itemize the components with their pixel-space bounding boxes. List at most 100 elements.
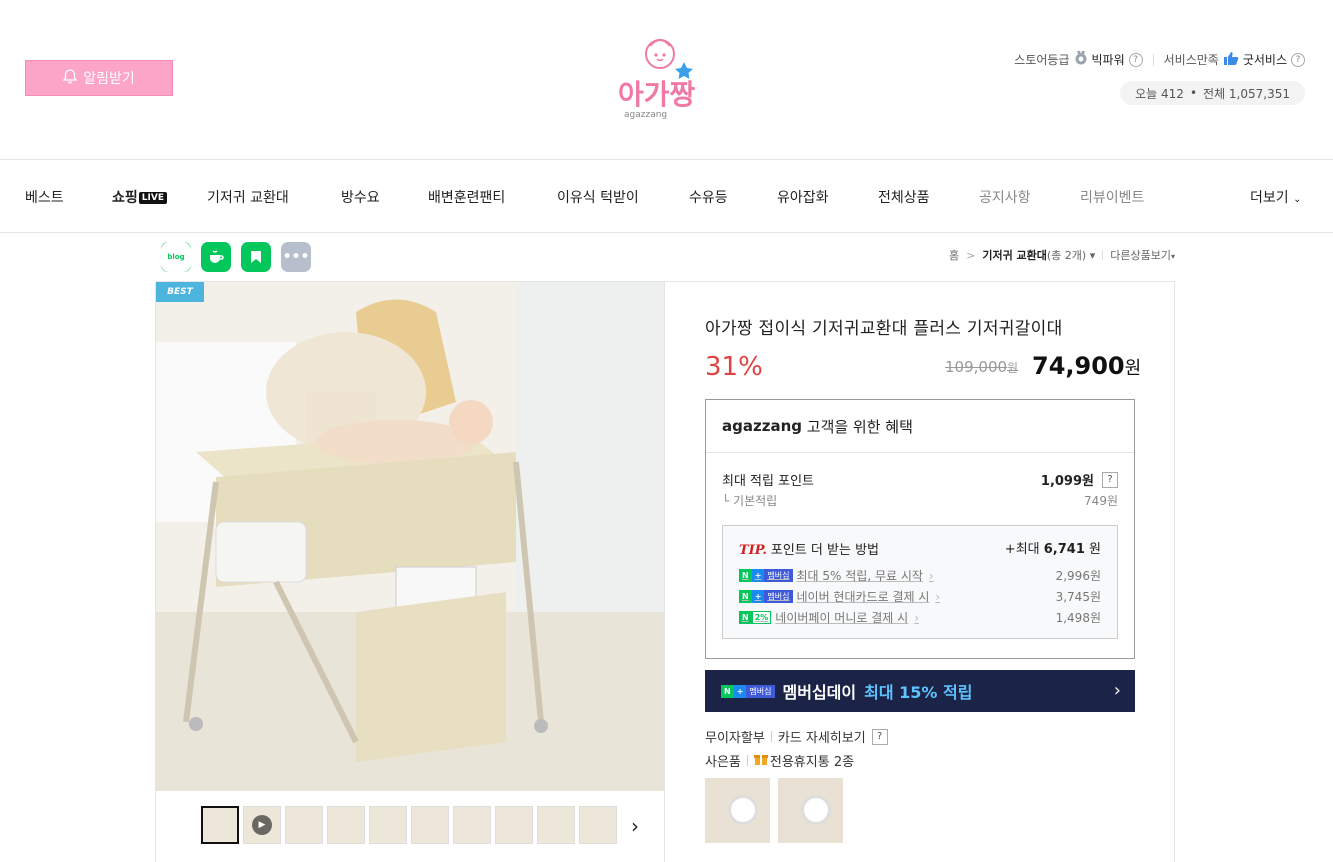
nav-item-nursing-light[interactable]: 수유등 bbox=[689, 187, 728, 207]
dot-separator: • bbox=[1189, 86, 1198, 100]
nav-item-waterproof-pad[interactable]: 방수요 bbox=[341, 187, 380, 207]
gift-image[interactable] bbox=[705, 778, 770, 843]
thumbnail[interactable] bbox=[411, 806, 449, 844]
card-help-icon[interactable]: ? bbox=[871, 728, 888, 745]
bookmark-icon bbox=[241, 242, 271, 272]
gift-icon bbox=[753, 752, 768, 770]
tip-row: N+멤버십 최대 5% 적립, 무료 시작 2,996원 bbox=[739, 567, 1101, 584]
banner-highlight: 최대 15% 적립 bbox=[864, 683, 973, 702]
nav-item-baby-goods[interactable]: 유아잡화 bbox=[777, 187, 829, 207]
more-share-button[interactable]: ••• bbox=[281, 242, 311, 272]
blog-share-button[interactable]: blog bbox=[161, 242, 191, 272]
base-point-label-wrap: └ 기본적립 bbox=[722, 494, 778, 508]
gift-info: 사은품 전용휴지통 2종 bbox=[705, 751, 854, 770]
nav-item-shopping-live[interactable]: 쇼핑 LIVE bbox=[112, 187, 167, 207]
original-price-value: 109,000 bbox=[945, 358, 1008, 376]
naverpay-money-link[interactable]: N 2% 네이버페이 머니로 결제 시 bbox=[739, 609, 919, 626]
benefit-heading-text: 고객을 위한 혜택 bbox=[806, 417, 913, 436]
store-logo[interactable]: 아가짱 agazzang bbox=[612, 28, 716, 124]
visitor-count: 오늘 412 • 전체 1,057,351 bbox=[1120, 81, 1305, 105]
nav-item-bib[interactable]: 이유식 턱받이 bbox=[557, 187, 639, 207]
point-help-icon[interactable]: ? bbox=[1102, 471, 1118, 488]
max-point-row: 최대 적립 포인트 1,099원? bbox=[722, 470, 1118, 489]
product-gallery: BEST ▶ › bbox=[155, 281, 665, 862]
cafe-share-button[interactable] bbox=[201, 242, 231, 272]
card-detail-link[interactable]: 카드 자세히보기 bbox=[778, 727, 866, 746]
share-buttons: blog ••• bbox=[161, 242, 311, 272]
naverpay-percent-badge: N 2% bbox=[739, 611, 772, 624]
thumbnail[interactable] bbox=[201, 806, 239, 844]
other-products-link[interactable]: 다른상품보기▾ bbox=[1110, 247, 1175, 263]
nav-item-all-products[interactable]: 전체상품 bbox=[878, 187, 930, 207]
membership-start-link[interactable]: N + 멤버십 최대 5% 적립, 무료 시작 bbox=[739, 567, 934, 584]
category-nav: 베스트 쇼핑 LIVE 기저귀 교환대 방수요 배변훈련팬티 이유식 턱받이 수유… bbox=[0, 160, 1333, 233]
gift-label: 사은품 bbox=[705, 755, 741, 770]
tip-row: N2% 네이버페이 머니로 결제 시 1,498원 bbox=[739, 609, 1101, 626]
benefit-heading: agazzang 고객을 위한 혜택 bbox=[706, 400, 1134, 453]
gift-images bbox=[705, 778, 843, 843]
service-value: 굿서비스 bbox=[1242, 53, 1287, 67]
banner-text: 멤버십데이 bbox=[782, 683, 857, 702]
store-grade-value: 빅파워 bbox=[1091, 53, 1125, 67]
bookmark-share-button[interactable] bbox=[241, 242, 271, 272]
thumbnail-next-icon[interactable]: › bbox=[631, 814, 639, 838]
total-count: 전체 1,057,351 bbox=[1203, 86, 1290, 101]
nav-item-notice[interactable]: 공지사항 bbox=[979, 187, 1031, 207]
service-help-icon[interactable]: ? bbox=[1291, 52, 1305, 67]
tip-heading: TIP. 포인트 더 받는 방법 bbox=[739, 539, 879, 558]
chevron-down-icon: ⌄ bbox=[1293, 194, 1302, 205]
logo-text: 아가짱 bbox=[618, 78, 696, 111]
tip-max-prefix: +최대 bbox=[1004, 542, 1040, 557]
thumbnail[interactable] bbox=[495, 806, 533, 844]
original-price: 109,000원 bbox=[945, 358, 1018, 376]
nav-item-training-pants[interactable]: 배변훈련팬티 bbox=[428, 187, 505, 207]
more-dots-icon: ••• bbox=[282, 249, 310, 265]
service-label: 서비스만족 bbox=[1163, 53, 1219, 67]
alarm-label: 알림받기 bbox=[83, 71, 135, 87]
sale-price: 74,900원 bbox=[1032, 352, 1141, 380]
percent-badge-label: 2% bbox=[751, 611, 772, 624]
other-products-label: 다른상품보기 bbox=[1110, 249, 1171, 262]
thumbs-up-icon bbox=[1223, 51, 1239, 69]
tip-label: 네이버페이 머니로 결제 시 bbox=[775, 611, 909, 625]
nav-item-review-event[interactable]: 리뷰이벤트 bbox=[1080, 187, 1144, 207]
max-point-label: 최대 적립 포인트 bbox=[722, 474, 814, 489]
store-header: 알림받기 아가짱 agazzang 스토어등급 빅파워 ? 서비스만족 굿서비스… bbox=[0, 0, 1333, 160]
gift-image[interactable] bbox=[778, 778, 843, 843]
nav-item-best[interactable]: 베스트 bbox=[25, 187, 64, 207]
thumbnail-video[interactable]: ▶ bbox=[243, 806, 281, 844]
naver-membership-badge: N + 멤버십 bbox=[739, 590, 793, 603]
thumbnail[interactable] bbox=[453, 806, 491, 844]
benefit-brand: agazzang bbox=[722, 417, 802, 435]
nav-item-diaper-station[interactable]: 기저귀 교환대 bbox=[207, 187, 289, 207]
thumbnail[interactable] bbox=[369, 806, 407, 844]
nav-more-button[interactable]: 더보기 ⌄ bbox=[1250, 187, 1301, 207]
alarm-button[interactable]: 알림받기 bbox=[25, 60, 173, 96]
tip-label: 네이버 현대카드로 결제 시 bbox=[796, 590, 930, 604]
installment-link[interactable]: 무이자할부 bbox=[705, 727, 765, 746]
breadcrumb-home[interactable]: 홈 bbox=[949, 247, 959, 263]
thumbnail[interactable] bbox=[537, 806, 575, 844]
base-point-value: 749원 bbox=[1084, 494, 1118, 508]
cafe-icon bbox=[201, 242, 231, 272]
divider bbox=[746, 755, 748, 766]
medal-icon bbox=[1074, 50, 1088, 69]
thumbnail[interactable] bbox=[285, 806, 323, 844]
thumbnail[interactable] bbox=[579, 806, 617, 844]
breadcrumb-category[interactable]: 기저귀 교환대(총 2개) ▾ bbox=[982, 247, 1095, 263]
discount-rate: 31% bbox=[705, 352, 763, 382]
hyundai-card-link[interactable]: N + 멤버십 네이버 현대카드로 결제 시 bbox=[739, 588, 940, 605]
product-main-image[interactable] bbox=[156, 282, 664, 791]
today-count: 오늘 412 bbox=[1135, 86, 1184, 101]
membership-day-banner[interactable]: N + 멤버십 멤버십데이 최대 15% 적립 › bbox=[705, 670, 1135, 712]
tip-value: 1,498원 bbox=[1055, 611, 1101, 625]
original-price-unit: 원 bbox=[1007, 361, 1019, 375]
live-badge: LIVE bbox=[138, 192, 167, 204]
store-grade: 스토어등급 빅파워 ? 서비스만족 굿서비스 ? bbox=[1014, 50, 1305, 69]
thumbnail[interactable] bbox=[327, 806, 365, 844]
naver-membership-badge: N + 멤버십 bbox=[721, 684, 775, 698]
breadcrumb: 홈 > 기저귀 교환대(총 2개) ▾ 다른상품보기▾ bbox=[949, 247, 1175, 263]
tip-box: TIP. 포인트 더 받는 방법 +최대 6,741 원 N + 멤버십 최대 5% … bbox=[722, 525, 1118, 639]
grade-help-icon[interactable]: ? bbox=[1128, 52, 1143, 67]
divider bbox=[1102, 250, 1104, 260]
